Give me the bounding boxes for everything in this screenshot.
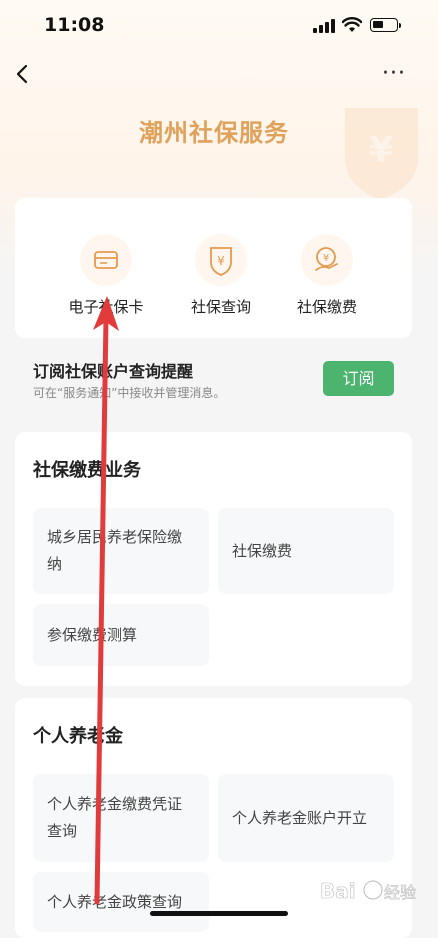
home-indicator xyxy=(150,911,288,916)
more-menu-icon[interactable]: ··· xyxy=(382,63,408,85)
status-bar: 11:08 xyxy=(0,0,438,52)
services-card: 电子社保卡 ¥ 社保查询 ¥ 社保缴费 xyxy=(15,198,412,338)
svg-text:¥: ¥ xyxy=(217,254,225,268)
tile-resident-pension-payment[interactable]: 城乡居民养老保险缴纳 xyxy=(33,508,209,594)
tile-pension-policy-query[interactable]: 个人养老金政策查询 xyxy=(33,872,209,932)
tile-pension-voucher-query[interactable]: 个人养老金缴费凭证查询 xyxy=(33,774,209,862)
tile-label: 社保缴费 xyxy=(232,541,293,560)
wifi-icon xyxy=(342,17,362,32)
shield-yen-decoration-icon: ¥ xyxy=(345,108,418,200)
service-query[interactable]: ¥ 社保查询 xyxy=(171,234,271,317)
section-title: 社保缴费业务 xyxy=(33,460,141,481)
tile-payment-estimate[interactable]: 参保缴费测算 xyxy=(33,604,209,666)
tile-pension-account-open[interactable]: 个人养老金账户开立 xyxy=(218,774,394,862)
signal-icon xyxy=(313,19,335,33)
service-payment[interactable]: ¥ 社保缴费 xyxy=(277,234,377,317)
tile-label: 参保缴费测算 xyxy=(47,625,138,644)
pay-business-card: 社保缴费业务 城乡居民养老保险缴纳 社保缴费 参保缴费测算 xyxy=(15,432,412,686)
subscribe-description: 可在“服务通知”中接收并管理消息。 xyxy=(33,386,226,400)
service-label: 社保缴费 xyxy=(296,298,357,316)
coin-hand-icon: ¥ xyxy=(301,234,353,286)
tile-label: 个人养老金账户开立 xyxy=(232,808,368,827)
subscribe-button[interactable]: 订阅 xyxy=(323,361,394,396)
svg-text:Bai: Bai xyxy=(320,879,356,903)
tile-social-insurance-payment[interactable]: 社保缴费 xyxy=(218,508,394,594)
service-label: 电子社保卡 xyxy=(68,298,144,316)
battery-icon xyxy=(370,18,401,32)
card-icon xyxy=(80,234,132,286)
section-title: 个人养老金 xyxy=(33,726,123,747)
service-e-card[interactable]: 电子社保卡 xyxy=(56,234,156,317)
svg-text:经验: 经验 xyxy=(384,883,416,902)
subscribe-title: 订阅社保账户查询提醒 xyxy=(33,362,194,381)
shield-yen-icon: ¥ xyxy=(195,234,247,286)
tile-label: 个人养老金缴费凭证查询 xyxy=(47,795,183,840)
baidu-watermark: Bai 经验 xyxy=(318,868,424,912)
back-icon[interactable] xyxy=(14,64,30,84)
tile-label: 城乡居民养老保险缴纳 xyxy=(47,528,183,573)
status-time: 11:08 xyxy=(44,14,105,36)
svg-text:¥: ¥ xyxy=(323,253,329,264)
service-label: 社保查询 xyxy=(190,298,251,316)
svg-text:¥: ¥ xyxy=(368,130,393,171)
